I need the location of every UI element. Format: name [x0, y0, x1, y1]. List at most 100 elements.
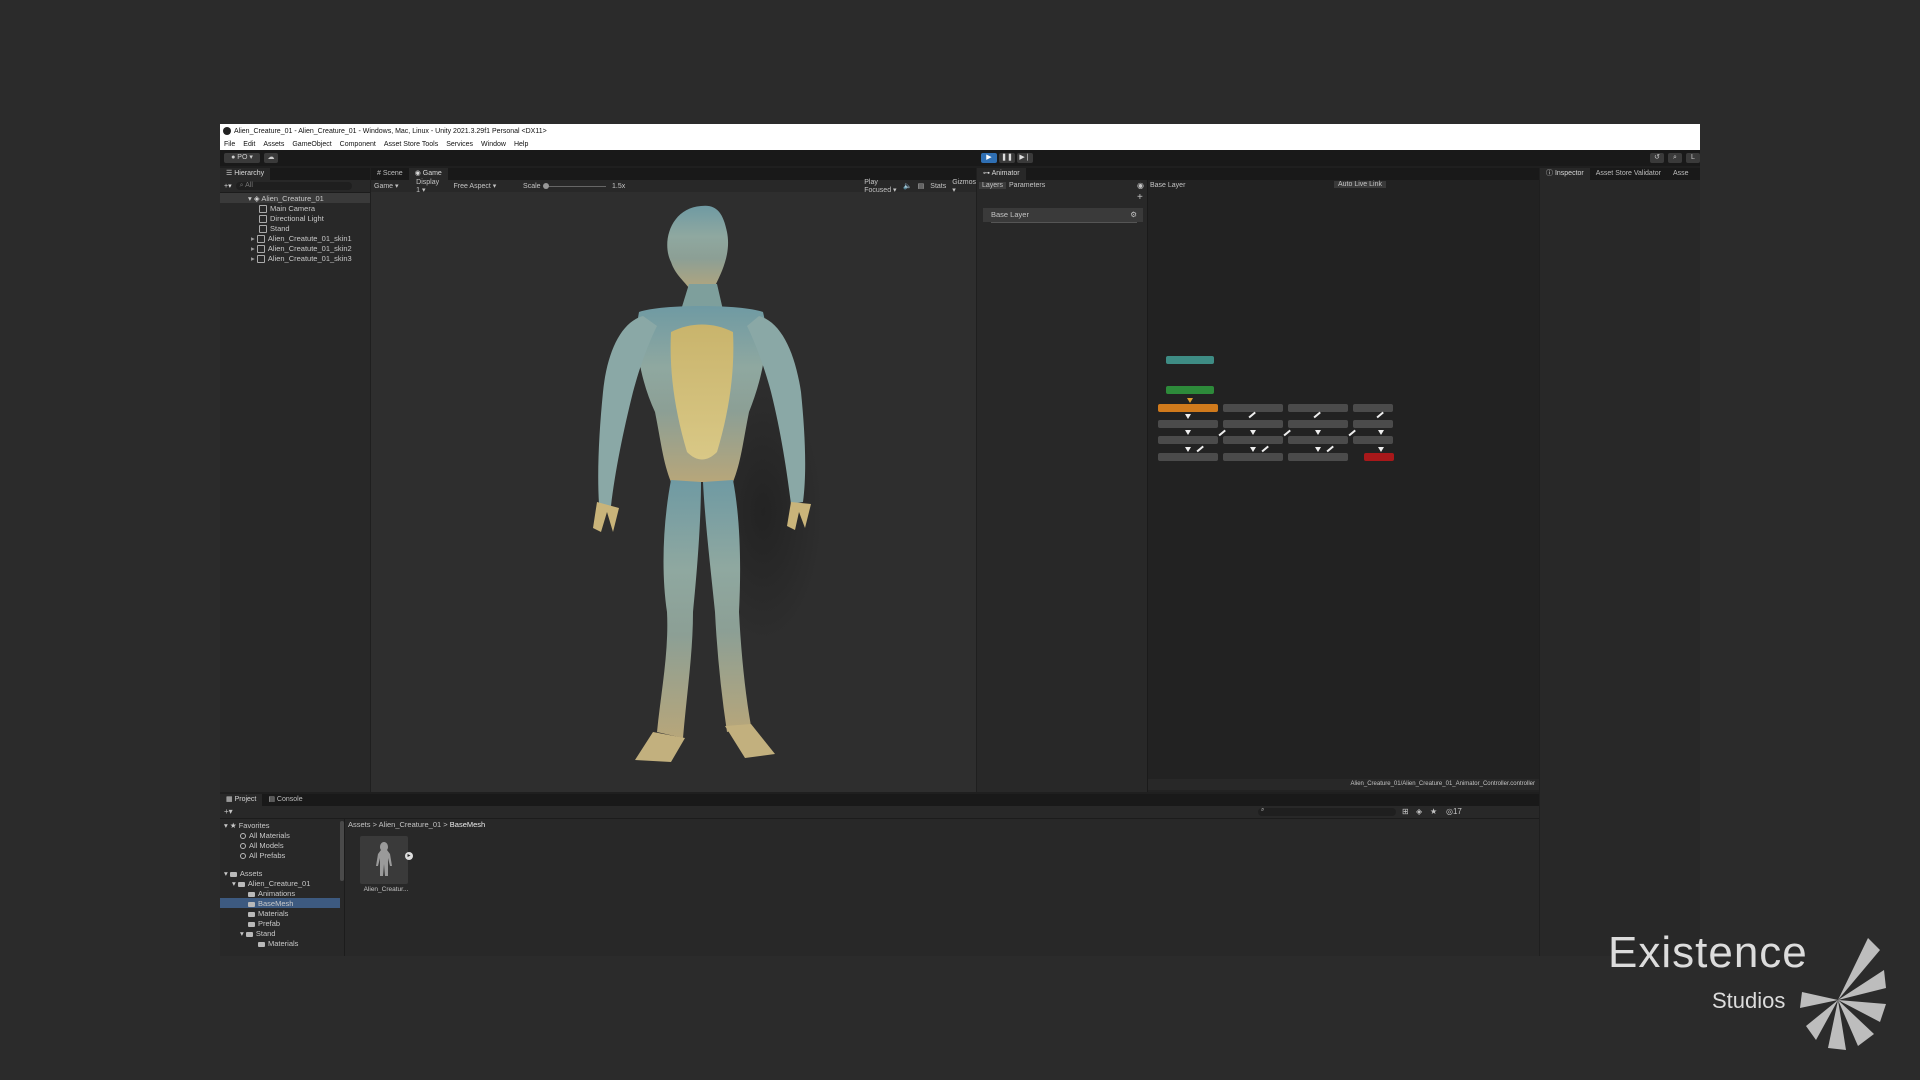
hierarchy-search-input[interactable]: ⌕ All — [235, 182, 352, 190]
folder-item[interactable]: ▾ Stand — [240, 929, 275, 938]
menu-component[interactable]: Component — [340, 141, 376, 148]
add-icon[interactable]: +▾ — [224, 182, 232, 190]
tree-scrollbar[interactable] — [340, 821, 344, 881]
assets-header[interactable]: ▾ Assets — [224, 869, 262, 878]
filter-type-icon[interactable]: ⊞ — [1402, 807, 1409, 816]
folder-item[interactable]: ▾ Alien_Creature_01 — [232, 879, 310, 888]
tab-animator[interactable]: ⊶ Animator — [977, 168, 1026, 180]
favorite-item[interactable]: All Materials — [240, 831, 290, 840]
state-node[interactable] — [1288, 436, 1348, 444]
entry-node[interactable] — [1166, 386, 1214, 394]
folder-item-selected[interactable]: BaseMesh — [248, 899, 293, 908]
tab-asset-store-validator[interactable]: Asset Store Validator — [1590, 168, 1667, 180]
game-viewport[interactable] — [371, 192, 976, 792]
breadcrumb-current[interactable]: BaseMesh — [450, 820, 485, 829]
tab-inspector[interactable]: ⓘ Inspector — [1540, 168, 1590, 180]
favorites-header[interactable]: ▾ ★ Favorites — [224, 821, 270, 830]
history-icon[interactable]: ↺ — [1650, 153, 1664, 163]
mute-audio-icon[interactable]: 🔈 — [903, 182, 912, 190]
pause-button[interactable]: ❚❚ — [999, 153, 1015, 163]
aspect-dropdown[interactable]: Free Aspect ▾ — [453, 182, 519, 190]
hierarchy-item[interactable]: Directional Light — [259, 214, 324, 224]
add-layer-button[interactable]: + — [1137, 192, 1143, 203]
breadcrumb-assets[interactable]: Assets — [348, 820, 371, 829]
exit-node[interactable] — [1364, 453, 1394, 461]
hierarchy-item[interactable]: Main Camera — [259, 204, 315, 214]
favorite-item[interactable]: All Prefabs — [240, 851, 285, 860]
state-node[interactable] — [1158, 420, 1218, 428]
folder-item[interactable]: Animations — [248, 889, 295, 898]
layout-icon[interactable]: L — [1686, 153, 1700, 163]
folder-item[interactable]: Materials — [248, 909, 288, 918]
menu-help[interactable]: Help — [514, 141, 528, 148]
scale-slider[interactable] — [542, 182, 607, 189]
project-search-input[interactable]: ⌕ — [1258, 807, 1396, 816]
state-node[interactable] — [1223, 404, 1283, 412]
hierarchy-item[interactable]: ▸ Alien_Creatute_01_skin1 — [251, 234, 352, 244]
hierarchy-item[interactable]: ▸ Alien_Creatute_01_skin3 — [251, 254, 352, 264]
state-node[interactable] — [1158, 453, 1218, 461]
hierarchy-tab-label: Hierarchy — [234, 170, 265, 177]
any-state-node[interactable] — [1166, 356, 1214, 364]
play-button[interactable]: ▶ — [981, 153, 997, 163]
tab-layers[interactable]: Layers — [979, 182, 1007, 189]
menu-window[interactable]: Window — [481, 141, 506, 148]
state-node[interactable] — [1353, 404, 1393, 412]
scene-root[interactable]: ▾ ◈ Alien_Creature_01 — [248, 194, 324, 203]
create-asset-button[interactable]: +▾ — [224, 807, 233, 816]
expand-prefab-icon[interactable]: ▸ — [405, 852, 413, 860]
tab-asset-overflow[interactable]: Asse — [1667, 168, 1695, 180]
favorite-item[interactable]: All Models — [240, 841, 284, 850]
state-node[interactable] — [1223, 420, 1283, 428]
state-node[interactable] — [1223, 453, 1283, 461]
animator-breadcrumb[interactable]: Base Layer — [1150, 182, 1185, 189]
layer-row-base[interactable]: Base Layer ⚙ — [983, 208, 1143, 222]
gameobject-icon — [256, 235, 265, 244]
auto-live-link-button[interactable]: Auto Live Link — [1334, 181, 1386, 188]
hierarchy-item[interactable]: Stand — [259, 224, 290, 234]
default-state-node[interactable] — [1158, 404, 1218, 412]
transition-line — [1218, 429, 1226, 436]
state-node[interactable] — [1158, 436, 1218, 444]
asset-thumbnail[interactable] — [360, 836, 408, 884]
stats-button[interactable]: Stats — [930, 183, 946, 190]
cloud-icon[interactable]: ☁ — [264, 153, 278, 163]
state-node[interactable] — [1353, 436, 1393, 444]
animator-graph[interactable]: Base Layer Auto Live Link — [1148, 180, 1539, 780]
tab-parameters[interactable]: Parameters — [1006, 182, 1048, 189]
folder-item[interactable]: Materials — [258, 939, 298, 948]
folder-item[interactable]: Prefab — [248, 919, 280, 928]
hierarchy-tabstrip: ☰ Hierarchy — [220, 168, 370, 180]
frame-debugger-icon[interactable]: ▤ — [918, 182, 925, 190]
menu-gameobject[interactable]: GameObject — [292, 141, 331, 148]
eye-icon[interactable]: ◉ — [1137, 181, 1144, 190]
game-mode-dropdown[interactable]: Game ▾ — [374, 182, 408, 190]
step-button[interactable]: ▶❘ — [1017, 153, 1033, 163]
breadcrumb-folder[interactable]: Alien_Creature_01 — [379, 820, 442, 829]
menu-file[interactable]: File — [224, 141, 235, 148]
menu-edit[interactable]: Edit — [243, 141, 255, 148]
account-dropdown[interactable]: ● PO ▾ — [224, 153, 260, 163]
menu-asset-store-tools[interactable]: Asset Store Tools — [384, 141, 438, 148]
tab-console[interactable]: ▤ Console — [262, 794, 308, 806]
filter-label-icon[interactable]: ◈ — [1416, 807, 1422, 816]
title-bar: Alien_Creature_01 - Alien_Creature_01 - … — [220, 124, 1700, 138]
menu-assets[interactable]: Assets — [263, 141, 284, 148]
scale-slider-handle[interactable] — [542, 182, 549, 189]
transition-line — [1313, 411, 1321, 418]
hidden-packages-toggle[interactable]: ◎17 — [1446, 807, 1462, 816]
tab-scene[interactable]: # Scene — [371, 168, 409, 180]
tab-project[interactable]: ▦ Project — [220, 794, 263, 806]
star-icon[interactable]: ★ — [1430, 807, 1437, 816]
folder-icon — [258, 941, 265, 947]
state-node[interactable] — [1223, 436, 1283, 444]
layer-settings-gear-icon[interactable]: ⚙ — [1130, 208, 1137, 222]
search-icon[interactable]: ⌕ — [1668, 153, 1682, 163]
menu-services[interactable]: Services — [446, 141, 473, 148]
state-node[interactable] — [1288, 420, 1348, 428]
state-node[interactable] — [1288, 453, 1348, 461]
state-node[interactable] — [1288, 404, 1348, 412]
hierarchy-item[interactable]: ▸ Alien_Creatute_01_skin2 — [251, 244, 352, 254]
tab-hierarchy[interactable]: ☰ Hierarchy — [220, 168, 271, 180]
state-node[interactable] — [1353, 420, 1393, 428]
